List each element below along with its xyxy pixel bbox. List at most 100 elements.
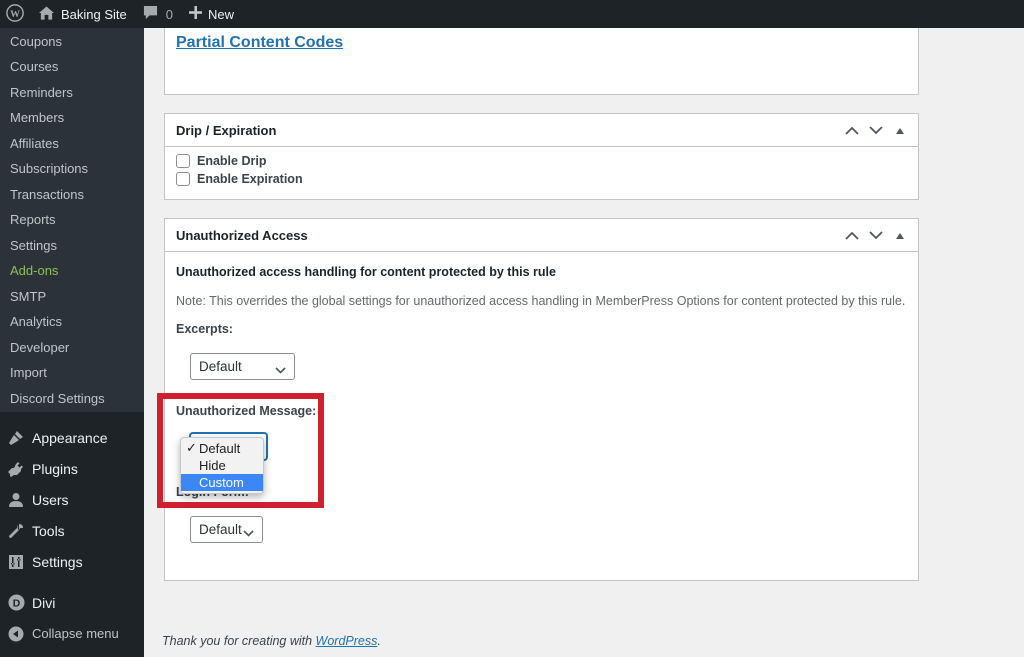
submenu-item-reminders[interactable]: Reminders <box>0 79 144 105</box>
submenu-item-coupons[interactable]: Coupons <box>0 28 144 54</box>
menu-item-divi[interactable]: D Divi <box>0 587 144 618</box>
drip-expiration-postbox: Drip / Expiration Enable Drip Enable Exp… <box>164 113 919 200</box>
unauthorized-access-note: Note: This overrides the global settings… <box>176 294 906 308</box>
unauthorized-access-subtitle: Unauthorized access handling for content… <box>176 265 556 279</box>
move-up-icon[interactable] <box>840 119 864 143</box>
checkmark-icon: ✓ <box>186 440 197 455</box>
option-label: Default <box>199 441 241 456</box>
submenu-item-smtp[interactable]: SMTP <box>0 283 144 309</box>
move-down-icon[interactable] <box>864 224 888 248</box>
comment-bubble-icon <box>143 5 166 23</box>
wordpress-logo-button[interactable]: W <box>0 0 31 28</box>
submenu-item-import[interactable]: Import <box>0 360 144 386</box>
submenu-item-subscriptions[interactable]: Subscriptions <box>0 156 144 182</box>
menu-item-plugins[interactable]: Plugins <box>0 453 144 484</box>
submenu-item-analytics[interactable]: Analytics <box>0 309 144 335</box>
postbox-body: Enable Drip Enable Expiration <box>165 147 918 188</box>
enable-expiration-row: Enable Expiration <box>165 170 918 188</box>
svg-text:W: W <box>10 8 20 19</box>
postbox-header[interactable]: Drip / Expiration <box>165 114 918 147</box>
footer-suffix: . <box>377 634 381 648</box>
option-label: Hide <box>199 458 226 473</box>
plugin-icon <box>7 460 25 478</box>
collapse-toggle-icon[interactable] <box>888 224 912 248</box>
move-down-icon[interactable] <box>864 119 888 143</box>
chevron-down-icon <box>275 362 286 377</box>
menu-item-tools[interactable]: Tools <box>0 515 144 546</box>
site-name-link[interactable]: Baking Site <box>31 0 135 28</box>
user-icon <box>7 491 25 509</box>
menu-item-appearance[interactable]: Appearance <box>0 422 144 453</box>
postbox-controls <box>840 114 912 147</box>
svg-text:D: D <box>12 598 20 609</box>
collapse-menu-button[interactable]: Collapse menu <box>0 618 144 649</box>
menu-separator <box>0 577 144 587</box>
menu-label: Appearance <box>32 429 108 446</box>
divi-icon: D <box>7 594 25 612</box>
excerpts-select[interactable]: Default <box>190 353 295 380</box>
wordpress-logo-icon: W <box>6 3 24 25</box>
submenu-item-discord-settings[interactable]: Discord Settings <box>0 385 144 411</box>
menu-item-settings[interactable]: Settings <box>0 546 144 577</box>
footer-text: Thank you for creating with <box>162 634 316 648</box>
comments-count: 0 <box>165 6 173 22</box>
collapse-toggle-icon[interactable] <box>888 119 912 143</box>
enable-expiration-checkbox[interactable] <box>176 172 190 186</box>
admin-footer: Thank you for creating with WordPress. <box>162 634 381 648</box>
menu-item-users[interactable]: Users <box>0 484 144 515</box>
login-form-select[interactable]: Default <box>190 516 263 543</box>
dropdown-option-hide[interactable]: Hide <box>181 457 263 474</box>
collapse-label: Collapse menu <box>32 626 119 641</box>
partial-content-postbox: Partial Content Codes <box>164 26 919 95</box>
menu-label: Users <box>32 491 69 508</box>
excerpts-select-value: Default <box>199 359 242 374</box>
postbox-controls <box>840 219 912 252</box>
admin-sidebar: Coupons Courses Reminders Members Affili… <box>0 28 144 657</box>
login-form-select-value: Default <box>199 522 242 537</box>
submenu-item-courses[interactable]: Courses <box>0 54 144 80</box>
admin-bar: W Baking Site 0 New <box>0 0 1024 28</box>
submenu-item-reports[interactable]: Reports <box>0 207 144 233</box>
plus-icon <box>189 6 208 22</box>
postbox-header[interactable]: Unauthorized Access <box>165 219 918 252</box>
dropdown-option-default[interactable]: ✓ Default <box>181 440 263 457</box>
submenu-item-settings[interactable]: Settings <box>0 232 144 258</box>
submenu-item-affiliates[interactable]: Affiliates <box>0 130 144 156</box>
sliders-icon <box>7 553 25 571</box>
site-name: Baking Site <box>61 6 127 22</box>
unauthorized-message-label: Unauthorized Message: <box>176 404 317 418</box>
enable-drip-checkbox[interactable] <box>176 154 190 168</box>
submenu-item-add-ons[interactable]: Add-ons <box>0 258 144 284</box>
enable-expiration-label[interactable]: Enable Expiration <box>197 172 303 186</box>
submenu-item-transactions[interactable]: Transactions <box>0 181 144 207</box>
menu-label: Divi <box>32 594 56 611</box>
partial-content-codes-link[interactable]: Partial Content Codes <box>176 34 343 52</box>
enable-drip-label[interactable]: Enable Drip <box>197 154 266 168</box>
unauthorized-message-dropdown: ✓ Default Hide Custom <box>180 437 264 494</box>
comments-link[interactable]: 0 <box>135 0 181 28</box>
postbox-title: Unauthorized Access <box>176 227 308 243</box>
excerpts-label: Excerpts: <box>176 322 233 336</box>
chevron-down-icon <box>243 525 254 540</box>
menu-label: Tools <box>32 522 65 539</box>
wrench-icon <box>7 522 25 540</box>
home-icon <box>39 5 61 23</box>
collapse-arrow-icon <box>7 625 25 643</box>
menu-label: Plugins <box>32 460 78 477</box>
wordpress-link[interactable]: WordPress <box>316 634 378 648</box>
main-menu: Appearance Plugins Users Tools Settings <box>0 412 144 649</box>
postbox-title: Drip / Expiration <box>176 122 277 138</box>
submenu-item-developer[interactable]: Developer <box>0 334 144 360</box>
enable-drip-row: Enable Drip <box>165 152 918 170</box>
submenu-item-members[interactable]: Members <box>0 105 144 131</box>
move-up-icon[interactable] <box>840 224 864 248</box>
postbox-body: Unauthorized access handling for content… <box>165 252 918 581</box>
memberpress-submenu: Coupons Courses Reminders Members Affili… <box>0 28 144 412</box>
new-label: New <box>208 6 235 22</box>
option-label: Custom <box>199 475 244 490</box>
new-content-button[interactable]: New <box>181 0 242 28</box>
unauthorized-access-postbox: Unauthorized Access Unauthorized access … <box>164 218 919 581</box>
dropdown-option-custom[interactable]: Custom <box>181 474 263 491</box>
menu-label: Settings <box>32 553 83 570</box>
paintbrush-icon <box>7 429 25 447</box>
